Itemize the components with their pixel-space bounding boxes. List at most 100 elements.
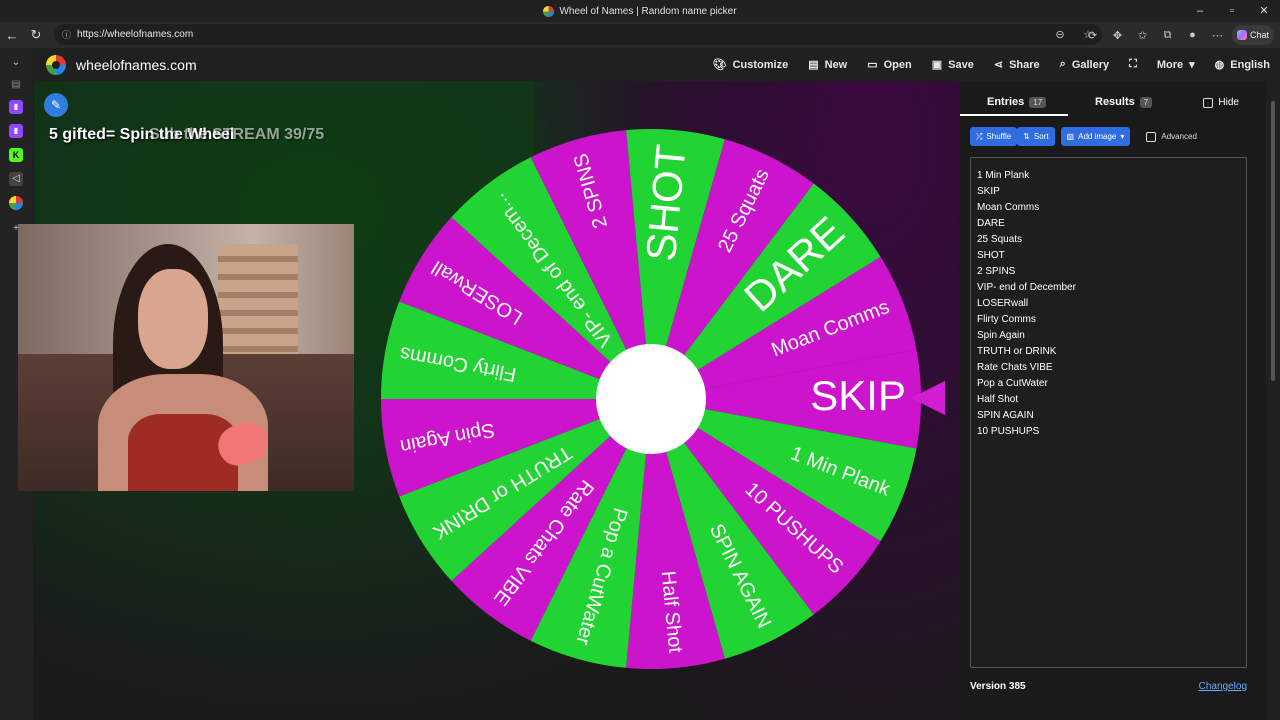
tab-results[interactable]: Results 7 — [1095, 96, 1153, 108]
extensions-icon[interactable]: ✥ — [1105, 29, 1130, 42]
folder-icon: ▭ — [867, 59, 878, 71]
chevron-down-icon[interactable]: ⌄ — [9, 56, 23, 70]
entry-line[interactable]: SKIP — [977, 184, 1240, 200]
open-button[interactable]: ▭ Open — [867, 58, 912, 72]
wheel-tab-icon[interactable] — [9, 196, 23, 210]
hide-label: Hide — [1218, 97, 1239, 108]
save-button[interactable]: ▣ Save — [931, 58, 974, 72]
entry-line[interactable]: 25 Squats — [977, 232, 1240, 248]
share-icon: ⋖ — [993, 59, 1004, 71]
changelog-link[interactable]: Changelog — [1199, 681, 1247, 692]
window-title: Wheel of Names | Random name picker — [559, 5, 737, 17]
wheel-segment-label: SKIP — [810, 372, 906, 419]
entry-line[interactable]: Spin Again — [977, 328, 1240, 344]
gallery-button[interactable]: ⌕ Gallery — [1060, 58, 1109, 71]
entry-line[interactable]: TRUTH or DRINK — [977, 344, 1240, 360]
webcam-stairs — [218, 244, 298, 354]
entry-line[interactable]: 10 PUSHUPS — [977, 424, 1240, 440]
copilot-chat-button[interactable]: Chat — [1232, 25, 1274, 45]
collections-icon[interactable]: ⧉ — [1155, 29, 1180, 42]
menu-label: Customize — [732, 58, 789, 71]
entry-line[interactable]: SPIN AGAIN — [977, 408, 1240, 424]
shuffle-label: Shuffle — [986, 132, 1012, 141]
url-field[interactable]: ⓘ https://wheelofnames.com ⊝ ☆ — [54, 24, 1102, 45]
more-options-icon[interactable]: ⋯ — [1205, 29, 1230, 42]
close-icon[interactable]: ✕ — [1248, 0, 1280, 22]
wheel-graphic[interactable]: SKIP1 Min Plank10 PUSHUPSSPIN AGAINHalf … — [380, 128, 922, 670]
save-icon: ▣ — [931, 59, 943, 71]
menu-label: Gallery — [1071, 58, 1110, 71]
entry-line[interactable]: 1 Min Plank — [977, 168, 1240, 184]
entries-textarea[interactable]: 1 Min Plank SKIP Moan Comms DARE 25 Squats SH… — [970, 157, 1247, 668]
site-name[interactable]: wheelofnames.com — [76, 57, 197, 73]
sort-button[interactable]: ⇅ Sort — [1017, 127, 1055, 146]
search-icon: ⌕ — [1059, 58, 1066, 70]
page-scrollbar[interactable] — [1266, 81, 1280, 720]
scrollbar-thumb[interactable] — [1271, 101, 1275, 381]
info-icon[interactable]: ⓘ — [62, 28, 71, 41]
twitch-icon[interactable]: ▮ — [9, 100, 23, 114]
customize-button[interactable]: 🎨︎ Customize — [712, 58, 789, 72]
sort-label: Sort — [1033, 132, 1049, 141]
fullscreen-icon: ⛶ — [1129, 58, 1137, 70]
add-image-label: Add image — [1078, 132, 1117, 141]
more-button[interactable]: More ▾ — [1157, 58, 1195, 72]
language-button[interactable]: ◍ English — [1215, 58, 1270, 72]
tab-entries-label: Entries — [987, 96, 1025, 108]
kick-icon[interactable]: K — [9, 148, 23, 162]
entry-line[interactable]: Pop a CutWater — [977, 376, 1240, 392]
url-text: https://wheelofnames.com — [77, 29, 194, 40]
refresh-icon[interactable]: ⟳ — [1080, 29, 1105, 42]
pencil-icon: ✎ — [50, 98, 62, 112]
entry-line[interactable]: Moan Comms — [977, 200, 1240, 216]
reader-icon[interactable]: ⊝ — [1046, 28, 1074, 41]
stream-overlay-text: Sub the STREAM 39/75 5 gifted= Spin the … — [49, 126, 324, 144]
tab-entries[interactable]: Entries 17 — [987, 96, 1047, 108]
entries-panel: Entries 17 Results 7 Hide ⤮ Shuffle ⇅ Sort… — [960, 81, 1265, 720]
favorites-icon[interactable]: ✩ — [1130, 29, 1155, 42]
entry-line[interactable]: SHOT — [977, 248, 1240, 264]
main-menu: 🎨︎ Customize ▤ New ▭ Open ▣ Save ⋖ Share ⌕ Gal… — [693, 48, 1270, 81]
entry-line[interactable]: Half Shot — [977, 392, 1240, 408]
entries-count-badge: 17 — [1029, 96, 1047, 108]
checkbox-icon — [1146, 131, 1157, 142]
results-count-badge: 7 — [1139, 96, 1153, 108]
palette-icon: 🎨︎ — [712, 59, 727, 71]
entry-line[interactable]: DARE — [977, 216, 1240, 232]
chevron-down-icon: ▾ — [1189, 59, 1195, 71]
entry-line[interactable]: Flirty Comms — [977, 312, 1240, 328]
webcam-overlay — [18, 224, 354, 491]
entry-line[interactable]: VIP- end of December — [977, 280, 1240, 296]
hide-checkbox[interactable]: Hide — [1203, 97, 1239, 108]
entry-line[interactable]: 2 SPINS — [977, 264, 1240, 280]
address-bar-row: ← ↻ ⓘ https://wheelofnames.com ⊝ ☆ ⟳ ✥ ✩… — [0, 22, 1280, 48]
advanced-checkbox[interactable]: Advanced — [1146, 131, 1197, 142]
version-label: Version 385 — [970, 681, 1026, 692]
advanced-label: Advanced — [1161, 132, 1197, 141]
sort-icon: ⇅ — [1023, 132, 1030, 141]
fullscreen-button[interactable]: ⛶ — [1129, 58, 1137, 71]
reload-icon[interactable]: ↻ — [24, 27, 48, 43]
app-header: wheelofnames.com 🎨︎ Customize ▤ New ▭ Open … — [34, 48, 1280, 81]
share-button[interactable]: ⋖ Share — [993, 58, 1040, 72]
restore-icon[interactable]: ▫ — [1216, 0, 1248, 22]
entry-line[interactable]: LOSERwall — [977, 296, 1240, 312]
wheel[interactable]: SKIP 1 Min Plank 10 PUSHUPS SPIN AGAIN Half … — [380, 128, 922, 670]
new-button[interactable]: ▤ New — [808, 58, 847, 72]
tab-icon[interactable]: ▤ — [9, 78, 23, 92]
profile-avatar-icon[interactable]: ● — [1180, 29, 1205, 41]
edit-pencil-button[interactable]: ✎ — [44, 93, 68, 117]
add-image-button[interactable]: ▨ Add image ▾ — [1060, 127, 1131, 146]
back-icon[interactable]: ← — [0, 28, 24, 43]
menu-label: Open — [883, 58, 912, 71]
wheel-center-button[interactable] — [596, 344, 706, 454]
twitch-icon[interactable]: ▮ — [9, 124, 23, 138]
speaker-icon[interactable]: ◁ — [9, 172, 23, 186]
menu-label: Share — [1009, 58, 1040, 71]
window-titlebar: Wheel of Names | Random name picker – ▫ … — [0, 0, 1280, 22]
toolbar-icons: ⟳ ✥ ✩ ⧉ ● ⋯ — [1080, 22, 1230, 48]
entry-line[interactable]: Rate Chats VIBE — [977, 360, 1240, 376]
minimize-icon[interactable]: – — [1184, 0, 1216, 22]
wheel-logo-icon[interactable] — [46, 55, 66, 75]
shuffle-button[interactable]: ⤮ Shuffle — [970, 127, 1018, 146]
